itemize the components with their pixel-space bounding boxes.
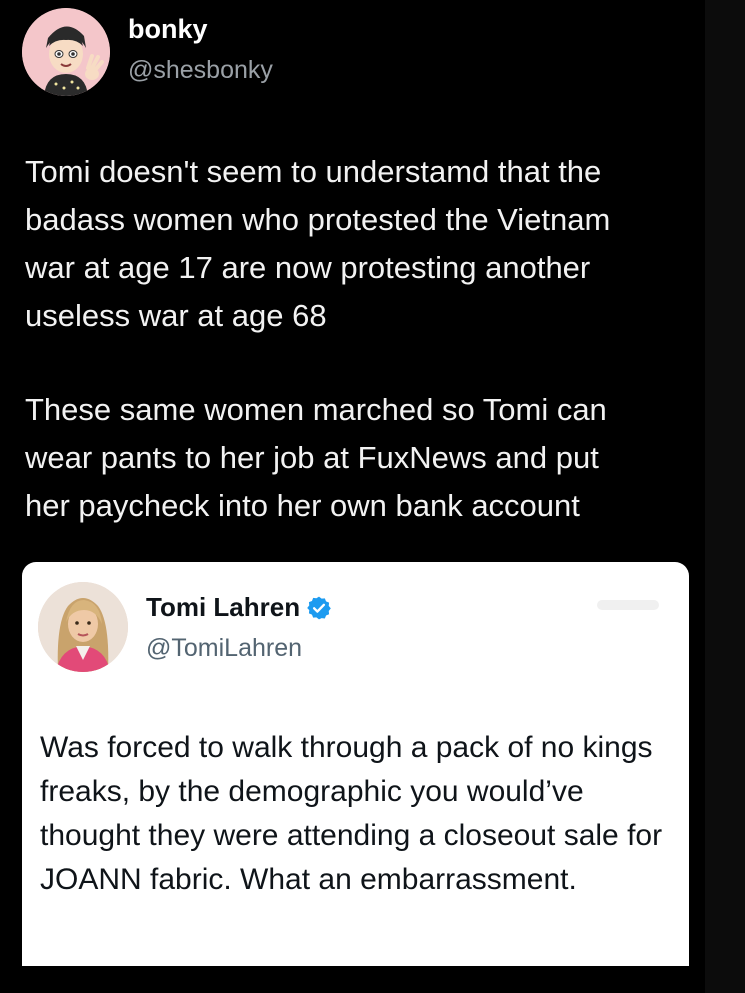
author-avatar[interactable] [22, 8, 110, 96]
post-paragraph: Tomi doesn't seem to understamd that the… [25, 154, 611, 333]
cartoon-avatar-icon [22, 8, 110, 96]
quoted-author-name-row: Tomi Lahren [146, 592, 332, 623]
bottom-edge [0, 966, 705, 993]
author-display-name[interactable]: bonky [128, 14, 208, 45]
quoted-post-text: Was forced to walk through a pack of no … [40, 731, 663, 896]
verified-badge-icon [306, 595, 332, 621]
faint-watermark [597, 600, 659, 610]
quoted-author-handle[interactable]: @TomiLahren [146, 634, 302, 663]
profile-photo-icon [38, 582, 128, 672]
post-paragraph: These same women marched so Tomi can wea… [25, 392, 607, 523]
author-handle[interactable]: @shesbonky [128, 56, 273, 85]
quoted-author-display-name[interactable]: Tomi Lahren [146, 592, 300, 623]
quoted-author-avatar[interactable] [38, 582, 128, 672]
post: bonky @shesbonky Tomi doesn't seem to un… [0, 0, 705, 993]
side-panel-edge [705, 0, 745, 993]
post-text: Tomi doesn't seem to understamd that the… [25, 148, 695, 530]
quoted-post-card[interactable]: Tomi Lahren @TomiLahren Was forced to wa… [22, 562, 689, 966]
